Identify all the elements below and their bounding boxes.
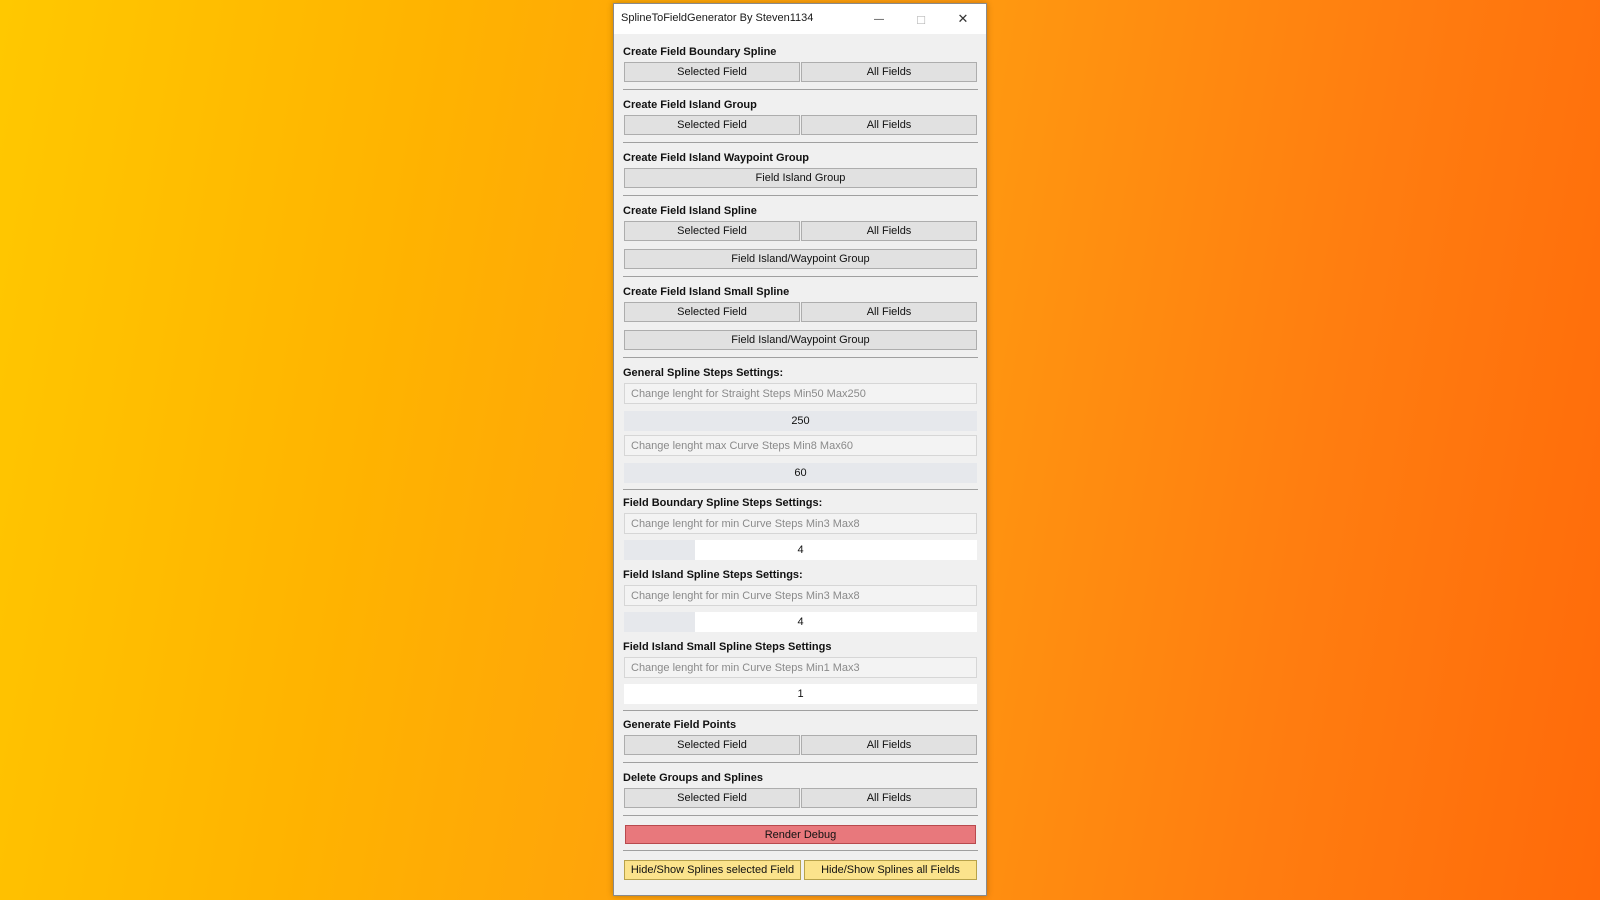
small-steps-value: 1	[797, 688, 804, 700]
small-spline-all-fields-button[interactable]: All Fields	[801, 302, 977, 322]
window-title: SplineToFieldGenerator By Steven1134	[621, 12, 814, 24]
title-bar[interactable]: SplineToFieldGenerator By Steven1134 — □…	[614, 4, 986, 34]
island-steps-slider[interactable]: 4	[624, 612, 977, 632]
island-steps-heading: Field Island Spline Steps Settings:	[623, 569, 803, 581]
field-points-selected-field-button[interactable]: Selected Field	[624, 735, 800, 755]
small-spline-heading: Create Field Island Small Spline	[623, 286, 790, 298]
delete-all-fields-button[interactable]: All Fields	[801, 788, 977, 808]
waypoint-group-heading: Create Field Island Waypoint Group	[623, 152, 810, 164]
separator	[623, 357, 978, 358]
separator	[623, 276, 978, 277]
delete-heading: Delete Groups and Splines	[623, 772, 763, 784]
close-icon: ✕	[957, 11, 969, 26]
field-points-heading: Generate Field Points	[623, 719, 737, 731]
field-points-all-fields-button[interactable]: All Fields	[801, 735, 977, 755]
boundary-selected-field-button[interactable]: Selected Field	[624, 62, 800, 82]
separator	[623, 710, 978, 711]
minimize-icon: —	[874, 13, 884, 25]
small-steps-input[interactable]: Change lenght for min Curve Steps Min1 M…	[624, 657, 977, 678]
small-steps-slider[interactable]: 1	[624, 684, 977, 704]
curve-steps-input[interactable]: Change lenght max Curve Steps Min8 Max60	[624, 435, 977, 456]
close-button[interactable]: ✕	[942, 4, 984, 34]
island-spline-waypoint-group-button[interactable]: Field Island/Waypoint Group	[624, 249, 977, 269]
curve-steps-slider[interactable]: 60	[624, 463, 977, 483]
curve-steps-value: 60	[794, 467, 807, 479]
render-debug-button[interactable]: Render Debug	[625, 825, 976, 844]
maximize-icon: □	[917, 11, 925, 27]
island-spline-heading: Create Field Island Spline	[623, 205, 757, 217]
island-steps-input[interactable]: Change lenght for min Curve Steps Min3 M…	[624, 585, 977, 606]
boundary-steps-value: 4	[797, 544, 804, 556]
boundary-spline-heading: Create Field Boundary Spline	[623, 46, 777, 58]
island-steps-value: 4	[797, 616, 804, 628]
boundary-steps-slider[interactable]: 4	[624, 540, 977, 560]
straight-steps-value: 250	[791, 415, 810, 427]
separator	[623, 142, 978, 143]
boundary-steps-input[interactable]: Change lenght for min Curve Steps Min3 M…	[624, 513, 977, 534]
boundary-all-fields-button[interactable]: All Fields	[801, 62, 977, 82]
separator	[623, 195, 978, 196]
general-steps-heading: General Spline Steps Settings:	[623, 367, 784, 379]
delete-selected-field-button[interactable]: Selected Field	[624, 788, 800, 808]
minimize-button[interactable]: —	[858, 4, 900, 34]
island-group-all-fields-button[interactable]: All Fields	[801, 115, 977, 135]
hide-show-all-fields-button[interactable]: Hide/Show Splines all Fields	[804, 860, 977, 880]
boundary-steps-heading: Field Boundary Spline Steps Settings:	[623, 497, 823, 509]
hide-show-selected-field-button[interactable]: Hide/Show Splines selected Field	[624, 860, 801, 880]
island-group-heading: Create Field Island Group	[623, 99, 757, 111]
field-island-group-button[interactable]: Field Island Group	[624, 168, 977, 188]
separator	[623, 489, 978, 490]
separator	[623, 850, 978, 851]
separator	[623, 815, 978, 816]
small-steps-heading: Field Island Small Spline Steps Settings	[623, 641, 832, 653]
maximize-button[interactable]: □	[900, 4, 942, 34]
separator	[623, 89, 978, 90]
small-spline-selected-field-button[interactable]: Selected Field	[624, 302, 800, 322]
separator	[623, 762, 978, 763]
island-spline-all-fields-button[interactable]: All Fields	[801, 221, 977, 241]
small-spline-waypoint-group-button[interactable]: Field Island/Waypoint Group	[624, 330, 977, 350]
island-spline-selected-field-button[interactable]: Selected Field	[624, 221, 800, 241]
straight-steps-slider[interactable]: 250	[624, 411, 977, 431]
straight-steps-input[interactable]: Change lenght for Straight Steps Min50 M…	[624, 383, 977, 404]
island-group-selected-field-button[interactable]: Selected Field	[624, 115, 800, 135]
app-window: SplineToFieldGenerator By Steven1134 — □…	[613, 3, 987, 896]
